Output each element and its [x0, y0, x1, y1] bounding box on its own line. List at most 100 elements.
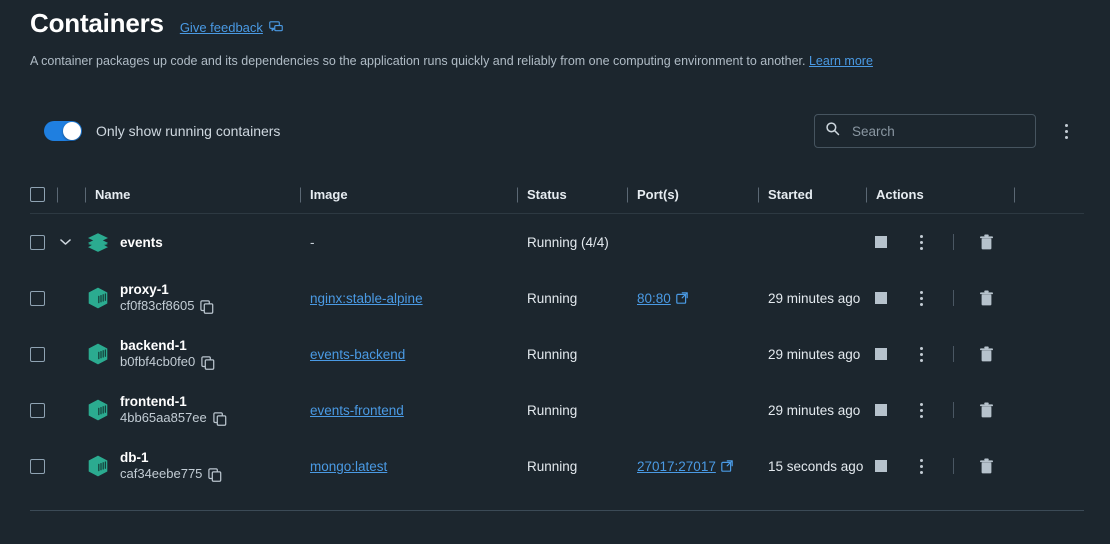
actions-divider [953, 458, 954, 474]
stop-button[interactable] [866, 395, 896, 425]
kebab-dot [920, 465, 923, 468]
image-link[interactable]: events-backend [310, 347, 405, 362]
group-row-checkbox[interactable] [30, 235, 45, 250]
started-label: 29 minutes ago [768, 403, 866, 418]
trash-icon [979, 458, 994, 475]
row-started-cell: 29 minutes ago [758, 326, 866, 382]
delete-button[interactable] [971, 395, 1001, 425]
row-status-cell: Running [517, 382, 627, 438]
group-image-value: - [310, 235, 315, 250]
table-group-row[interactable]: events - Running (4/4) [30, 214, 1084, 270]
port-link[interactable]: 80:80 [637, 291, 688, 306]
image-link[interactable]: mongo:latest [310, 459, 387, 474]
kebab-dot [920, 347, 923, 350]
row-overflow-menu-icon[interactable] [906, 339, 936, 369]
group-actions-cell [866, 214, 1015, 270]
stop-button[interactable] [866, 283, 896, 313]
container-id: cf0f83cf8605 [120, 299, 194, 314]
delete-button[interactable] [971, 339, 1001, 369]
header-spacer-cell [57, 176, 85, 213]
copy-icon[interactable] [208, 468, 222, 482]
copy-icon[interactable] [200, 300, 214, 314]
group-select-cell [30, 214, 57, 270]
trash-icon [979, 346, 994, 363]
table-bottom-divider [30, 510, 1084, 511]
actions-divider [953, 290, 954, 306]
trash-icon [979, 234, 994, 251]
row-checkbox[interactable] [30, 403, 45, 418]
actions-divider [953, 346, 954, 362]
table-row[interactable]: db-1 caf34eebe775 [30, 438, 1084, 494]
search-box[interactable] [814, 114, 1036, 148]
group-status-cell: Running (4/4) [517, 214, 627, 270]
toggle-knob [63, 122, 81, 140]
row-status-cell: Running [517, 438, 627, 494]
give-feedback-link[interactable]: Give feedback [180, 20, 283, 35]
stop-button[interactable] [866, 339, 896, 369]
row-checkbox[interactable] [30, 347, 45, 362]
port-label: 80:80 [637, 291, 671, 306]
started-label: 15 seconds ago [768, 459, 866, 474]
page-overflow-menu-icon[interactable] [1052, 117, 1080, 145]
image-link[interactable]: events-frontend [310, 403, 404, 418]
column-header-ports[interactable]: Port(s) [627, 176, 758, 213]
row-name-block: frontend-1 4bb65aa857ee [85, 394, 227, 426]
stop-button[interactable] [866, 451, 896, 481]
row-name-cell: proxy-1 cf0f83cf8605 [85, 270, 300, 326]
port-label: 27017:27017 [637, 459, 716, 474]
column-header-status[interactable]: Status [517, 176, 627, 213]
row-checkbox[interactable] [30, 459, 45, 474]
kebab-dot [920, 409, 923, 412]
table-row[interactable]: frontend-1 4bb65aa857ee [30, 382, 1084, 438]
select-all-checkbox[interactable] [30, 187, 45, 202]
column-header-status-label: Status [527, 187, 567, 202]
search-input[interactable] [850, 123, 1025, 140]
row-overflow-menu-icon[interactable] [906, 283, 936, 313]
row-name-cell: frontend-1 4bb65aa857ee [85, 382, 300, 438]
table-row[interactable]: proxy-1 cf0f83cf8605 [30, 270, 1084, 326]
row-image-cell: nginx:stable-alpine [300, 270, 517, 326]
row-actions-cell [866, 438, 1015, 494]
row-image-cell: events-frontend [300, 382, 517, 438]
row-select-cell [30, 326, 57, 382]
stop-button[interactable] [866, 227, 896, 257]
row-overflow-menu-icon[interactable] [906, 451, 936, 481]
row-name-cell: db-1 caf34eebe775 [85, 438, 300, 494]
select-all-cell [30, 176, 57, 213]
kebab-dot [920, 415, 923, 418]
row-image-cell: mongo:latest [300, 438, 517, 494]
column-header-actions[interactable]: Actions [866, 176, 1015, 213]
stop-icon [875, 236, 887, 248]
delete-button[interactable] [971, 227, 1001, 257]
delete-button[interactable] [971, 283, 1001, 313]
row-name-block: db-1 caf34eebe775 [85, 450, 222, 482]
group-status-label: Running (4/4) [527, 235, 609, 250]
row-overflow-menu-icon[interactable] [906, 227, 936, 257]
delete-button[interactable] [971, 451, 1001, 481]
row-checkbox[interactable] [30, 291, 45, 306]
status-label: Running [527, 403, 577, 418]
group-image-cell: - [300, 214, 517, 270]
learn-more-link[interactable]: Learn more [809, 54, 873, 68]
container-icon [85, 453, 111, 479]
row-name-block: proxy-1 cf0f83cf8605 [85, 282, 214, 314]
port-link[interactable]: 27017:27017 [637, 459, 733, 474]
copy-icon[interactable] [201, 356, 215, 370]
copy-icon[interactable] [213, 412, 227, 426]
container-name: backend-1 [120, 338, 215, 354]
row-actions-cell [866, 326, 1015, 382]
chevron-down-icon[interactable] [57, 234, 73, 250]
row-ports-cell: 80:80 [627, 270, 758, 326]
column-header-started[interactable]: Started [758, 176, 866, 213]
image-link[interactable]: nginx:stable-alpine [310, 291, 423, 306]
column-header-name[interactable]: Name [85, 176, 300, 213]
controls-bar: Only show running containers [30, 108, 1080, 154]
table-row[interactable]: backend-1 b0fbf4cb0fe0 [30, 326, 1084, 382]
trash-icon [979, 290, 994, 307]
column-header-image[interactable]: Image [300, 176, 517, 213]
row-name-texts: db-1 caf34eebe775 [120, 450, 222, 482]
row-actions-cell [866, 270, 1015, 326]
row-overflow-menu-icon[interactable] [906, 395, 936, 425]
row-ports-cell: 27017:27017 [627, 438, 758, 494]
only-running-toggle[interactable] [44, 121, 82, 141]
